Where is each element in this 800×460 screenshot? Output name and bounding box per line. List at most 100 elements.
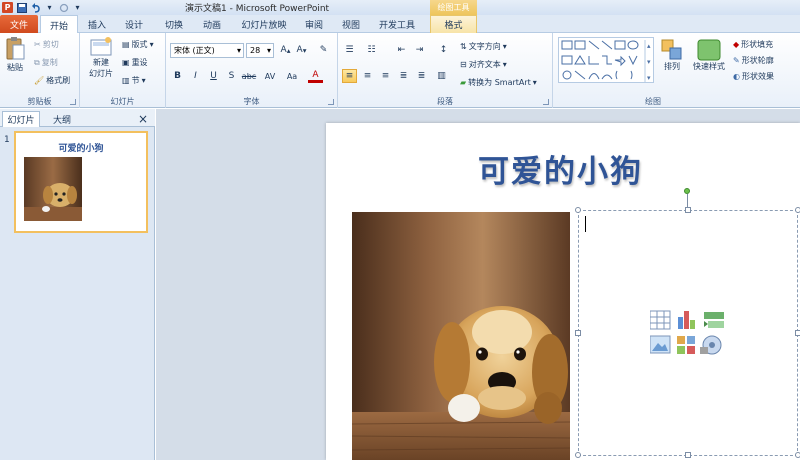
format-painter-button[interactable]: 🖌 格式刷 <box>34 75 70 86</box>
reset-button[interactable]: ▣ 重设 <box>122 57 148 68</box>
section-button[interactable]: ▥ 节 ▾ <box>122 75 146 86</box>
align-center-icon[interactable]: ≡ <box>360 69 375 83</box>
slide-title[interactable]: 可爱的小狗 <box>478 146 668 190</box>
insert-smartart-icon[interactable] <box>704 312 724 328</box>
tab-developer[interactable]: 开发工具 <box>374 15 420 33</box>
insert-media-icon[interactable] <box>700 335 722 355</box>
copy-button[interactable]: ⧉ 复制 <box>34 57 58 68</box>
resize-handle-left[interactable] <box>575 330 581 336</box>
font-size-value: 28 <box>250 46 261 55</box>
font-name-select[interactable]: 宋体 (正文) ▾ <box>170 43 244 58</box>
align-left-icon: ≡ <box>345 71 354 81</box>
numbering-icon[interactable]: ☷ <box>364 43 379 57</box>
close-pane-icon[interactable]: × <box>136 111 150 127</box>
layout-button[interactable]: ▤ 版式 ▾ <box>122 39 154 50</box>
title-bar: P ▾ ▾ 演示文稿1 - Microsoft PowerPoint 绘图工具 <box>0 0 800 15</box>
font-color-button[interactable]: A <box>308 69 323 83</box>
ribbon-tabs: 文件 开始 插入 设计 切换 动画 幻灯片放映 审阅 视图 开发工具 格式 <box>0 15 800 34</box>
layout-label: 版式 <box>131 40 148 49</box>
thumbnail-dog-picture <box>24 157 82 221</box>
undo-dropdown-icon[interactable]: ▾ <box>44 2 55 13</box>
paragraph-launcher-icon[interactable] <box>543 99 549 105</box>
tab-insert[interactable]: 插入 <box>82 15 112 33</box>
insert-clipart-icon[interactable] <box>677 336 695 354</box>
insert-picture-icon[interactable] <box>650 335 671 354</box>
rotate-handle-stem <box>687 194 688 208</box>
font-launcher-icon[interactable] <box>328 99 334 105</box>
shape-outline-button[interactable]: ✎ 形状轮廓 <box>733 55 774 66</box>
text-shadow-button[interactable]: S <box>224 69 239 83</box>
resize-handle-bottom[interactable] <box>685 452 691 458</box>
italic-button[interactable]: I <box>188 69 203 83</box>
resize-handle-bottom-left[interactable] <box>575 452 581 458</box>
clear-format-icon[interactable]: ✎ <box>316 43 331 57</box>
char-spacing-button[interactable]: AV <box>260 69 280 83</box>
tab-review[interactable]: 审阅 <box>298 15 330 33</box>
layout-icon: ▤ <box>122 40 130 49</box>
line-spacing-icon[interactable]: ↕ <box>436 43 451 57</box>
shapes-gallery[interactable]: ▴ ▾ ▾ <box>558 37 654 83</box>
cut-button[interactable]: ✂ 剪切 <box>34 39 59 50</box>
columns-icon[interactable]: ▥ <box>434 69 449 83</box>
tab-design[interactable]: 设计 <box>118 15 150 33</box>
cut-label: 剪切 <box>42 40 59 49</box>
text-direction-button[interactable]: ⇅ 文字方向 ▾ <box>460 41 507 52</box>
arrange-button[interactable]: 排列 <box>659 39 685 72</box>
convert-smartart-button[interactable]: ▰ 转换为 SmartArt ▾ <box>460 77 537 88</box>
change-case-button[interactable]: Aa <box>282 69 302 83</box>
resize-handle-bottom-right[interactable] <box>795 452 800 458</box>
insert-content-icons <box>650 310 724 355</box>
tab-file[interactable]: 文件 <box>0 15 38 33</box>
window-title: 演示文稿1 - Microsoft PowerPoint <box>185 4 330 14</box>
insert-chart-icon[interactable] <box>678 311 695 329</box>
paint-bucket-icon: ◆ <box>733 40 740 49</box>
strikethrough-button[interactable]: abc <box>240 69 258 83</box>
align-right-icon[interactable]: ≡ <box>378 69 393 83</box>
text-direction-label: 文字方向 <box>468 42 501 51</box>
text-cursor <box>585 216 586 232</box>
shape-fill-button[interactable]: ◆ 形状填充 <box>733 39 773 50</box>
slides-group-label: 幻灯片 <box>110 97 135 106</box>
resize-handle-top-left[interactable] <box>575 207 581 213</box>
font-size-select[interactable]: 28 ▾ <box>246 43 274 58</box>
tab-home[interactable]: 开始 <box>40 15 78 34</box>
increase-indent-icon[interactable]: ⇥ <box>412 43 427 57</box>
grow-font-icon[interactable]: A ▴ <box>278 43 293 57</box>
powerpoint-app-icon[interactable]: P <box>2 2 13 13</box>
shape-effects-button[interactable]: ◐ 形状效果 <box>733 71 774 82</box>
new-slide-button[interactable]: 新建 幻灯片 <box>84 37 118 79</box>
shapes-gallery-icons: ▴ ▾ ▾ <box>561 40 651 82</box>
paste-button[interactable]: 粘贴 <box>3 36 27 73</box>
tab-slideshow[interactable]: 幻灯片放映 <box>236 15 292 33</box>
tab-transitions[interactable]: 切换 <box>158 15 190 33</box>
tab-format[interactable]: 格式 <box>430 15 477 33</box>
tab-outline[interactable]: 大纲 <box>44 111 80 127</box>
align-text-button[interactable]: ⊟ 对齐文本 ▾ <box>460 59 507 70</box>
justify-icon[interactable]: ≣ <box>396 69 411 83</box>
shrink-font-icon[interactable]: A ▾ <box>294 43 309 57</box>
underline-button[interactable]: U <box>206 69 221 83</box>
tab-slides[interactable]: 幻灯片 <box>2 111 40 127</box>
tab-view[interactable]: 视图 <box>336 15 366 33</box>
quick-styles-button[interactable]: 快速样式 <box>691 39 727 72</box>
new-slide-label-2: 幻灯片 <box>89 69 113 78</box>
clipboard-launcher-icon[interactable] <box>70 99 76 105</box>
undo-icon[interactable] <box>30 2 41 13</box>
distribute-icon[interactable]: ≣ <box>414 69 429 83</box>
decrease-indent-icon[interactable]: ⇤ <box>394 43 409 57</box>
dog-picture[interactable] <box>352 212 570 460</box>
resize-handle-top[interactable] <box>685 207 691 213</box>
bold-button[interactable]: B <box>170 69 185 83</box>
resize-handle-right[interactable] <box>795 330 800 336</box>
insert-table-icon[interactable] <box>650 310 671 330</box>
save-icon[interactable] <box>16 2 27 13</box>
rotate-handle[interactable] <box>684 188 690 194</box>
slide-thumbnail-1[interactable]: 可爱的小狗 <box>14 131 148 233</box>
tab-animations[interactable]: 动画 <box>196 15 228 33</box>
align-left-button[interactable]: ≡ <box>342 69 357 83</box>
svg-text:▾: ▾ <box>647 74 651 82</box>
redo-icon[interactable] <box>58 2 69 13</box>
resize-handle-top-right[interactable] <box>795 207 800 213</box>
customize-qat-icon[interactable]: ▾ <box>72 2 83 13</box>
bullets-icon[interactable]: ☰ <box>342 43 357 57</box>
